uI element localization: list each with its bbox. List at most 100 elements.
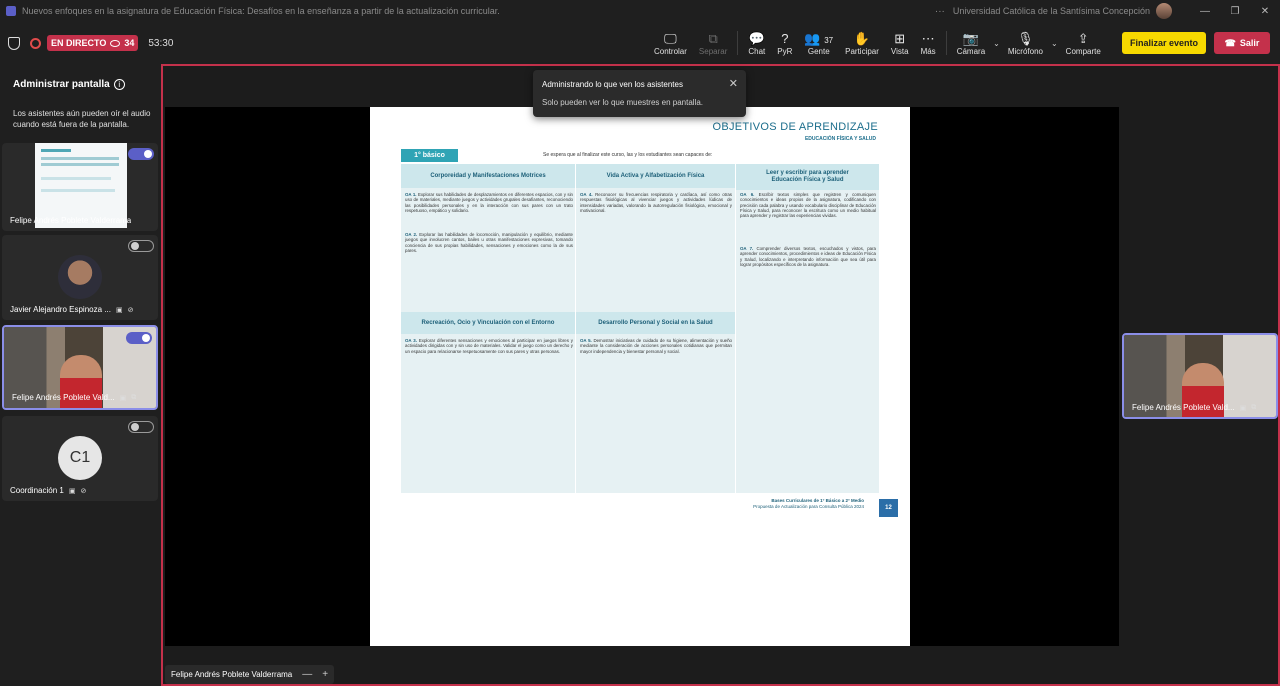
people-button[interactable]: 👥 37 Gente bbox=[798, 22, 839, 64]
axis-header: Desarrollo Personal y Social en la Salud bbox=[576, 312, 735, 334]
close-icon[interactable]: ✕ bbox=[729, 77, 738, 90]
on-screen-toggle[interactable] bbox=[126, 332, 152, 344]
participant-name: Javier Alejandro Espinoza ... ▣ ⊘ bbox=[10, 305, 133, 314]
thumb-line bbox=[41, 163, 119, 166]
oa-code: OA 6. bbox=[740, 192, 755, 197]
thumb-line bbox=[41, 157, 119, 160]
teams-app-icon bbox=[6, 6, 16, 16]
live-label: EN DIRECTO bbox=[51, 38, 107, 48]
avatar bbox=[58, 255, 102, 299]
zoom-in-button[interactable]: + bbox=[322, 669, 328, 680]
leave-label: Salir bbox=[1239, 38, 1260, 48]
camera-icon: ▣ bbox=[119, 394, 127, 402]
chat-label: Chat bbox=[748, 47, 766, 56]
zoom-out-button[interactable]: — bbox=[302, 669, 312, 680]
on-screen-toggle[interactable] bbox=[128, 240, 154, 252]
shield-icon[interactable] bbox=[8, 36, 20, 50]
oa-code: OA 7. bbox=[740, 246, 754, 251]
camera-button[interactable]: 📷 Cámara bbox=[951, 22, 991, 64]
screen-share-icon: ⧉ bbox=[131, 393, 137, 401]
objective-oa3: OA 3. Explorar diferentes sensaciones y … bbox=[405, 338, 573, 354]
participant-tile[interactable]: Felipe Andrés Poblete Vald... ▣ ⧉ bbox=[2, 325, 158, 410]
participant-name-text: Coordinación 1 bbox=[10, 486, 64, 495]
shared-document-page: OBJETIVOS DE APRENDIZAJE EDUCACIÓN FÍSIC… bbox=[370, 107, 910, 646]
manage-screen-panel: Administrar pantalla i Los asistentes aú… bbox=[0, 64, 161, 686]
participant-name: Felipe Andrés Poblete Vald... ▣ ⧉ bbox=[1132, 403, 1256, 412]
share-button[interactable]: ⇪ Comparte bbox=[1060, 22, 1107, 64]
column-divider bbox=[735, 164, 736, 493]
meeting-toolbar: EN DIRECTO 34 53:30 🖵 Controlar ⧉ Separar … bbox=[0, 22, 1280, 64]
people-label: Gente bbox=[807, 47, 830, 56]
manage-attendees-toast: Administrando lo que ven los asistentes … bbox=[533, 70, 746, 117]
mic-options-chevron-icon[interactable]: ⌄ bbox=[1051, 39, 1058, 48]
more-options-icon[interactable]: ··· bbox=[935, 6, 945, 17]
control-button[interactable]: 🖵 Controlar bbox=[648, 22, 693, 64]
participant-name: Felipe Andrés Poblete Valderrama bbox=[10, 216, 131, 225]
screen-share-icon: ⧉ bbox=[1251, 403, 1257, 411]
presenter-name: Felipe Andrés Poblete Valderrama bbox=[171, 670, 293, 679]
screen-control-icon: 🖵 bbox=[664, 31, 677, 46]
participant-tile[interactable]: C1 Coordinación 1 ▣ ⊘ bbox=[2, 416, 158, 501]
participant-tile[interactable]: Javier Alejandro Espinoza ... ▣ ⊘ bbox=[2, 235, 158, 320]
mic-button[interactable]: 🎙 Micrófono bbox=[1002, 22, 1049, 64]
meeting-timer: 53:30 bbox=[148, 37, 174, 49]
oa-code: OA 4. bbox=[580, 192, 593, 197]
minimize-button[interactable]: — bbox=[1190, 6, 1220, 17]
on-screen-toggle[interactable] bbox=[128, 148, 154, 160]
raise-hand-button[interactable]: ✋ Participar bbox=[839, 22, 885, 64]
divider bbox=[737, 31, 739, 55]
end-event-button[interactable]: Finalizar evento bbox=[1122, 32, 1206, 54]
panel-description: Los asistentes aún pueden oír el audio c… bbox=[13, 109, 151, 129]
chat-button[interactable]: 💬 Chat bbox=[742, 22, 771, 64]
hand-icon: ✋ bbox=[853, 31, 871, 46]
camera-label: Cámara bbox=[956, 47, 986, 56]
participant-name-text: Javier Alejandro Espinoza ... bbox=[10, 305, 111, 314]
camera-options-chevron-icon[interactable]: ⌄ bbox=[993, 39, 1000, 48]
view-button[interactable]: ⊞ Vista bbox=[885, 22, 915, 64]
oa-text: Explorar diferentes sensaciones y emocio… bbox=[405, 338, 573, 354]
axis-header: Leer y escribir para aprender Educación … bbox=[736, 164, 879, 190]
objective-oa4: OA 4. Reconocer su frecuencias respirato… bbox=[580, 192, 732, 213]
objective-oa2: OA 2. Explorar las habilidades de locomo… bbox=[405, 232, 573, 253]
control-label: Controlar bbox=[654, 47, 687, 56]
on-screen-toggle[interactable] bbox=[128, 421, 154, 433]
doc-footer: Bases Curriculares de 1° Básico a 2° Med… bbox=[753, 498, 864, 510]
camera-off-icon: ▣ bbox=[115, 306, 123, 314]
close-window-button[interactable]: ✕ bbox=[1250, 6, 1280, 17]
axis-header: Vida Activa y Alfabetización Física bbox=[576, 164, 735, 188]
maximize-button[interactable]: ❐ bbox=[1220, 6, 1250, 17]
ellipsis-icon: ⋯ bbox=[921, 31, 935, 46]
oa-code: OA 5. bbox=[580, 338, 592, 343]
thumb-line bbox=[41, 177, 111, 180]
on-stage-participant-tile[interactable]: Felipe Andrés Poblete Vald... ▣ ⧉ bbox=[1122, 333, 1278, 419]
qa-button[interactable]: ? PyR bbox=[771, 22, 798, 64]
more-label: Más bbox=[920, 47, 936, 56]
oa-code: OA 1. bbox=[405, 192, 417, 197]
share-icon: ⇪ bbox=[1077, 31, 1089, 46]
participant-tile[interactable]: Felipe Andrés Poblete Valderrama bbox=[2, 143, 158, 231]
user-avatar[interactable] bbox=[1156, 3, 1172, 19]
thumb-line bbox=[41, 189, 115, 192]
toast-title: Administrando lo que ven los asistentes bbox=[542, 80, 683, 89]
recording-icon[interactable] bbox=[30, 37, 41, 49]
viewer-count: 34 bbox=[124, 38, 135, 48]
info-icon[interactable]: i bbox=[113, 79, 125, 90]
qa-label: PyR bbox=[777, 47, 793, 56]
panel-title: Administrar pantalla i bbox=[13, 79, 125, 90]
footer-line: Propuesta de Actualización para Consulta… bbox=[753, 504, 864, 509]
stop-label: Separar bbox=[698, 47, 728, 56]
people-icon: 👥 37 bbox=[804, 31, 834, 46]
live-badge: EN DIRECTO 34 bbox=[47, 35, 139, 51]
toolbar-actions: 🖵 Controlar ⧉ Separar 💬 Chat ? PyR 👥 37 Gente… bbox=[648, 22, 1107, 64]
objective-oa6: OA 6. Escribir textos simples que regist… bbox=[740, 192, 876, 218]
panel-title-text: Administrar pantalla bbox=[13, 79, 110, 90]
participant-name: Coordinación 1 ▣ ⊘ bbox=[10, 486, 86, 495]
leave-button[interactable]: ☎ Salir bbox=[1214, 32, 1270, 54]
raise-label: Participar bbox=[845, 47, 879, 56]
chat-icon: 💬 bbox=[748, 31, 765, 46]
stop-sharing-button[interactable]: ⧉ Separar bbox=[693, 22, 733, 64]
detach-icon: ⧉ bbox=[708, 31, 718, 46]
share-label: Comparte bbox=[1065, 47, 1101, 56]
view-label: Vista bbox=[890, 47, 909, 56]
more-button[interactable]: ⋯ Más bbox=[915, 22, 942, 64]
